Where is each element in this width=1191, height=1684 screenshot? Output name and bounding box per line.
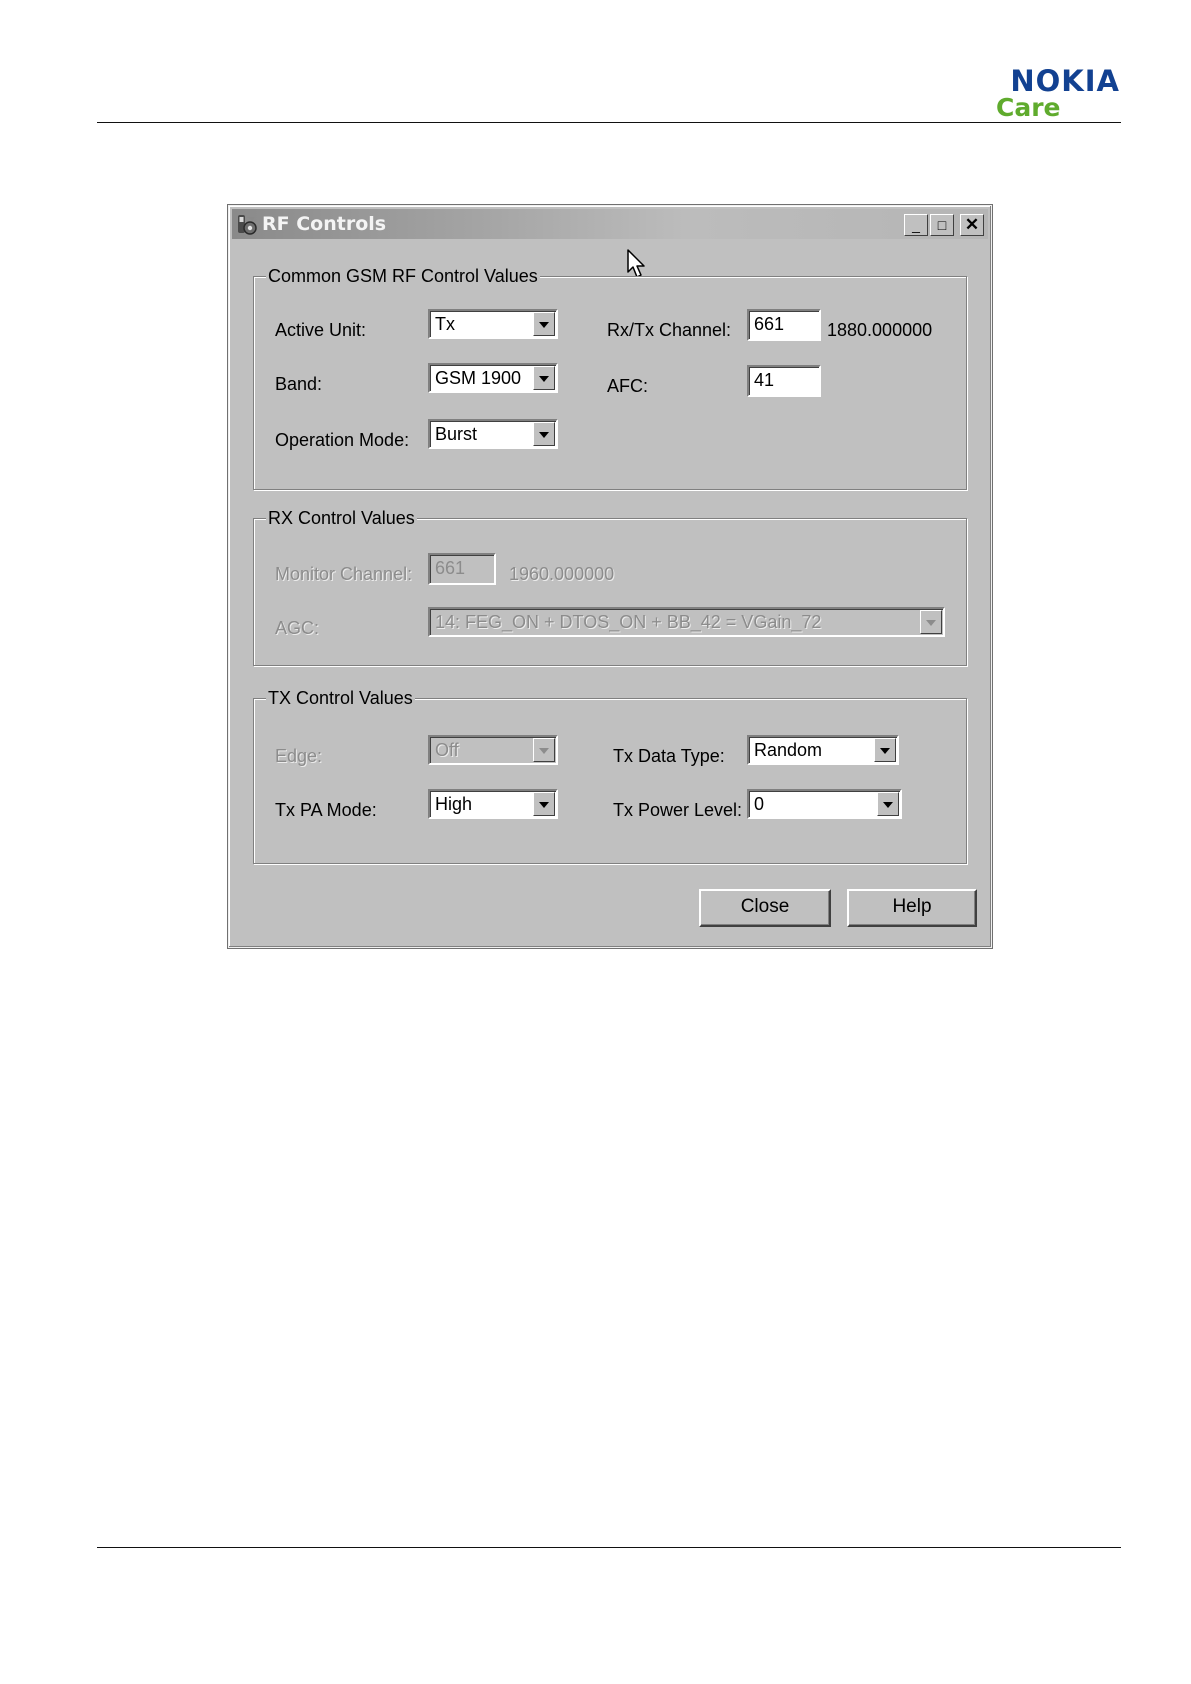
afc-input[interactable]: 41 [747, 365, 821, 397]
active-unit-label: Active Unit: [275, 320, 367, 340]
edge-select: Off [428, 735, 558, 765]
close-window-button[interactable]: ✕ [960, 214, 984, 236]
rxtx-channel-value: 661 [754, 314, 785, 334]
pa-mode-label: Tx PA Mode: [275, 800, 377, 820]
power-level-value: 0 [754, 794, 765, 814]
chevron-down-icon[interactable] [533, 366, 555, 390]
chevron-down-icon [533, 738, 555, 762]
maximize-button[interactable]: □ [930, 214, 954, 236]
power-level-select[interactable]: 0 [747, 789, 902, 819]
rx-control-legend: RX Control Values [266, 507, 417, 529]
phone-tool-icon [238, 215, 257, 235]
tx-control-legend: TX Control Values [266, 687, 415, 709]
afc-value: 41 [754, 370, 775, 390]
operation-mode-value: Burst [435, 424, 478, 444]
brand-name: NOKIA [1010, 64, 1120, 98]
agc-select: 14: FEG_ON + DTOS_ON + BB_42 = VGain_72 [428, 607, 945, 637]
nokia-care-logo: NOKIA Care [996, 66, 1120, 126]
close-icon: ✕ [964, 215, 980, 234]
chevron-down-icon[interactable] [874, 738, 896, 762]
data-type-select[interactable]: Random [747, 735, 899, 765]
title-bar[interactable]: RF Controls _ □ ✕ [232, 209, 988, 239]
minimize-icon: _ [912, 217, 920, 233]
header-rule [97, 122, 1121, 123]
operation-mode-label: Operation Mode: [275, 430, 410, 450]
chevron-down-icon[interactable] [533, 422, 555, 446]
chevron-down-icon [920, 610, 942, 634]
rxtx-channel-input[interactable]: 661 [747, 309, 821, 341]
edge-value: Off [435, 740, 459, 760]
rf-controls-window: RF Controls _ □ ✕ Common GSM RF Control … [227, 204, 993, 949]
minimize-button[interactable]: _ [904, 214, 928, 236]
common-rf-legend: Common GSM RF Control Values [266, 265, 540, 287]
rxtx-frequency: 1880.000000 [827, 320, 933, 340]
agc-value: 14: FEG_ON + DTOS_ON + BB_42 = VGain_72 [435, 612, 822, 632]
chevron-down-icon[interactable] [533, 312, 555, 336]
afc-label: AFC: [607, 376, 649, 396]
monitor-channel-input: 661 [428, 553, 496, 585]
chevron-down-icon[interactable] [877, 792, 899, 816]
brand-sub: Care [996, 93, 1061, 122]
band-select[interactable]: GSM 1900 [428, 363, 558, 393]
band-value: GSM 1900 [435, 368, 522, 388]
edge-label: Edge: [275, 746, 323, 766]
maximize-icon: □ [937, 217, 947, 233]
data-type-label: Tx Data Type: [613, 746, 725, 766]
rxtx-channel-label: Rx/Tx Channel: [607, 320, 732, 340]
band-label: Band: [275, 374, 323, 394]
help-button[interactable]: Help [847, 889, 977, 927]
active-unit-select[interactable]: Tx [428, 309, 558, 339]
pa-mode-value: High [435, 794, 473, 814]
tx-control-group: TX Control Values [253, 687, 967, 864]
operation-mode-select[interactable]: Burst [428, 419, 558, 449]
monitor-channel-label: Monitor Channel: [275, 564, 413, 584]
agc-label: AGC: [275, 618, 320, 638]
power-level-label: Tx Power Level: [613, 800, 743, 820]
monitor-frequency: 1960.000000 [509, 564, 615, 584]
pa-mode-select[interactable]: High [428, 789, 558, 819]
footer-rule [97, 1547, 1121, 1548]
window-title: RF Controls [262, 213, 387, 235]
active-unit-value: Tx [435, 314, 455, 334]
close-button[interactable]: Close [699, 889, 831, 927]
chevron-down-icon[interactable] [533, 792, 555, 816]
data-type-value: Random [754, 740, 823, 760]
rx-control-group: RX Control Values [253, 507, 967, 666]
monitor-channel-value: 661 [435, 558, 466, 578]
